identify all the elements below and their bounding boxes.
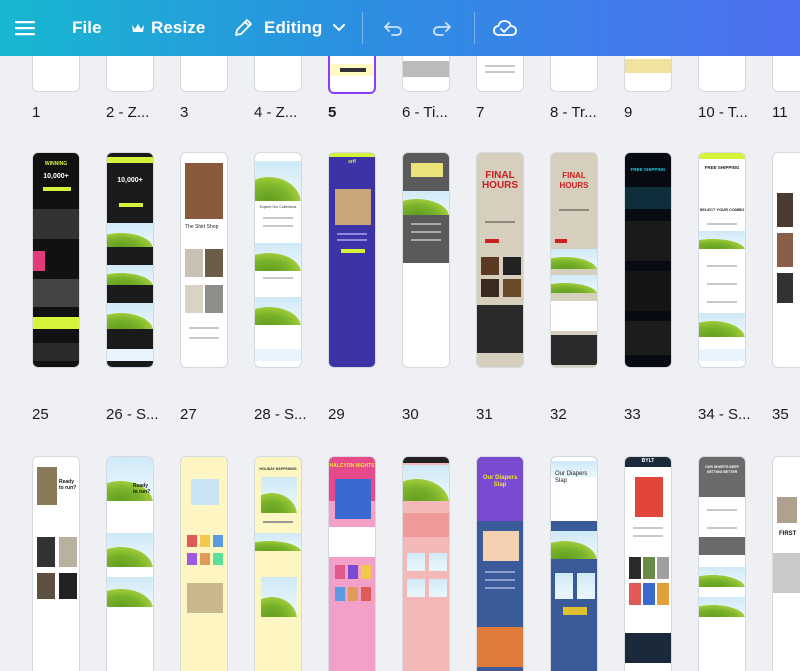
thumb-text: SELECT YOUR COMBO [699,207,745,212]
thumb-text: The Shirt Shop [185,224,219,230]
toolbar-divider [362,12,363,44]
page-thumbnail[interactable] [32,56,80,92]
thumb-text: 10,000+ [43,173,69,180]
page-thumbnail[interactable]: The Shirt Shop [180,152,228,368]
thumb-text: Our Diapers Slap [555,471,588,484]
thumb-text: HOLIDAY HAPPENING [259,467,297,471]
chevron-down-icon [333,24,346,32]
thumb-text: BYLT [641,458,655,464]
resize-button[interactable]: Resize [131,0,205,56]
page-thumbnail[interactable] [106,56,154,92]
page-number-label: 25 [32,406,49,423]
page-thumbnail[interactable]: HOLIDAY HAPPENING [254,456,302,671]
page-thumbnail[interactable] [624,56,672,92]
page-thumbnail[interactable] [698,56,746,92]
file-menu-button[interactable]: File [72,0,102,56]
page-thumbnail[interactable] [254,56,302,92]
redo-icon [433,22,451,36]
page-number-label: 9 [624,104,633,121]
undo-button[interactable] [382,0,404,56]
thumb-text: HALCYON NIGHTS [329,463,375,469]
page-thumbnail[interactable] [402,456,450,671]
page-thumbnail[interactable]: srif [328,152,376,368]
main-menu-button[interactable] [14,0,36,56]
page-number-label: 28 - S... [254,406,307,423]
page-number-label: 6 - Ti... [402,104,448,121]
undo-icon [384,22,402,36]
thumb-text: FIRST [779,531,797,537]
cloud-check-icon [493,20,517,36]
page-thumbnail[interactable]: FIRST [772,456,800,671]
page-number-label: 8 - Tr... [550,104,597,121]
thumb-text: 10,000+ [117,177,143,184]
page-thumbnail[interactable] [476,56,524,92]
page-thumbnail[interactable]: FINAL HOURS [550,152,598,368]
thumb-text: Explore Our Collections [259,205,297,209]
thumb-text: FINAL HOURS [559,171,589,190]
page-thumbnail-selected[interactable] [328,56,376,94]
page-number-label: 3 [180,104,189,121]
resize-label: Resize [151,18,206,37]
page-number-label: 7 [476,104,485,121]
pencil-icon [235,19,252,36]
thumb-text: OUR SHORTS KEEP GETTING BETTER [705,465,739,474]
page-thumbnail[interactable]: Our Diapers Slap [550,456,598,671]
page-thumbnail[interactable]: Our Diapers Slap [476,456,524,671]
page-number-label: 29 [328,406,345,423]
page-thumbnail[interactable]: 10,000+ [106,152,154,368]
page-number-label: 35 [772,406,789,423]
page-number-label: 27 [180,406,197,423]
page-thumbnail[interactable] [402,152,450,368]
thumb-text: FINAL HOURS [481,170,519,191]
page-thumbnail[interactable]: OUR SHORTS KEEP GETTING BETTER [698,456,746,671]
thumb-text: FREE SHIPPING [704,165,740,170]
page-number-label: 2 - Z... [106,104,150,121]
page-thumbnail[interactable]: Explore Our Collections [254,152,302,368]
redo-button[interactable] [431,0,453,56]
thumb-text: FREE SHIPPING [630,167,666,172]
toolbar-divider [474,12,475,44]
page-number-label: 32 [550,406,567,423]
page-thumbnail[interactable]: BYLT [624,456,672,671]
page-thumbnail[interactable]: FINAL HOURS [476,152,524,368]
page-number-label: 11 [772,104,788,121]
page-grid: 1 2 - Z... 3 4 - Z... 5 6 - Ti... 7 8 - … [0,56,800,671]
thumb-text: srif [348,159,356,165]
page-thumbnail[interactable] [402,56,450,92]
page-number-label: 33 [624,406,641,423]
page-thumbnail[interactable]: FREE SHIPPING SELECT YOUR COMBO [698,152,746,368]
page-number-label: 31 [476,406,493,423]
page-thumbnail[interactable]: FREE SHIPPING [624,152,672,368]
thumb-text: Our Diapers Slap [482,475,518,488]
editing-label: Editing [264,18,323,37]
page-thumbnail[interactable]: Ready to run? [106,456,154,671]
hamburger-menu-icon [15,21,35,36]
top-toolbar: File Resize Editing [0,0,800,56]
page-number-label: 34 - S... [698,406,751,423]
thumb-text: WINNING [44,161,68,167]
page-thumbnail[interactable] [772,56,800,92]
page-thumbnail[interactable] [180,456,228,671]
thumb-text: Ready to run? [59,479,77,491]
page-thumbnail[interactable] [772,152,800,368]
page-number-label: 4 - Z... [254,104,298,121]
crown-icon [132,24,144,32]
page-number-label: 1 [32,104,41,121]
page-number-label: 26 - S... [106,406,159,423]
page-number-label-selected: 5 [328,104,337,121]
page-thumbnail[interactable] [180,56,228,92]
page-thumbnail[interactable]: HALCYON NIGHTS [328,456,376,671]
editing-mode-dropdown[interactable]: Editing [232,0,346,56]
page-thumbnail[interactable]: Ready to run? [32,456,80,671]
page-number-label: 10 - T... [698,104,748,121]
file-label: File [72,18,102,37]
save-status-button[interactable] [492,0,518,56]
page-thumbnail[interactable] [550,56,598,92]
page-thumbnail[interactable]: WINNING 10,000+ [32,152,80,368]
thumb-text: Ready to run? [133,483,151,495]
page-number-label: 30 [402,406,419,423]
